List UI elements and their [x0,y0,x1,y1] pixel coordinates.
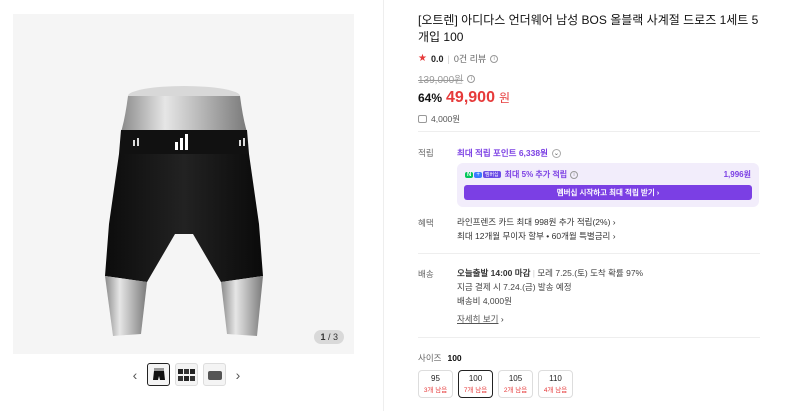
product-info: [오트렌] 아디다스 언더웨어 남성 BOS 올블랙 사계절 드로즈 1세트 5… [418,12,763,125]
rating-row: ★ 0.0 | 0건 리뷰 i [418,52,763,65]
shipping-fee: 배송비 4,000원 [457,296,512,306]
membership-start-button[interactable]: 멤버십 시작하고 최대 적립 받기 › [464,185,752,200]
size-option-95[interactable]: 95 3개 남음 [418,370,453,398]
image-page-indicator: 1 / 3 [314,330,344,344]
points-row: 4,000원 [418,113,763,125]
star-icon: ★ [418,53,427,64]
sale-price: 49,900 [446,89,495,106]
npay-membership-badge: N + 멤버십 [465,171,501,178]
product-main-image[interactable]: 1 / 3 [13,14,354,354]
chevron-down-icon[interactable]: ⌄ [551,148,561,158]
coupon-icon [418,115,427,123]
divider [418,337,760,338]
thumbnail-strip: ‹ › [128,363,245,386]
size-options: 95 3개 남음 100 7개 남음 105 2개 남음 110 4개 남음 [418,370,573,398]
perks-block: 라인프렌즈 카드 최대 998원 추가 적립(2%) › 최대 12개월 무이자… [457,215,616,243]
info-icon[interactable]: i [467,74,476,83]
review-count[interactable]: 0건 리뷰 [454,52,486,65]
product-gallery: 1 / 3 ‹ › [0,0,384,411]
membership-box: N + 멤버십 최대 5% 추가 적립 i 1,996원 멤버십 시작하고 최대 적… [457,163,759,207]
max-points-text: 최대 적립 포인트 6,338원 [457,148,548,158]
installment-benefit[interactable]: 최대 12개월 무이자 할부 • 60개월 특별금리 › [457,229,616,243]
thumbnail-2[interactable] [175,363,198,386]
rating-value: 0.0 [430,53,444,64]
divider: | [447,53,450,64]
selected-size: 100 [447,353,462,363]
perks-label: 혜택 [418,218,434,228]
original-price: 139,000원 [418,75,464,86]
divider [418,131,760,132]
max-points[interactable]: 최대 적립 포인트 6,338원 ⌄ [457,147,561,159]
benefits-label: 적립 [418,148,434,158]
membership-text: 최대 5% 추가 적립 [504,170,568,179]
discount-rate: 64% [418,91,443,105]
info-icon[interactable]: i [570,170,579,179]
divider [418,253,760,254]
price-row: 64% 49,900 원 [418,89,763,107]
info-icon[interactable]: i [490,54,499,63]
original-price-row: 139,000원 i [418,71,763,86]
mannequin-underwear-image [105,86,263,336]
shipping-block: 오늘출발 14:00 마감 | 모레 7.25.(토) 도착 확률 97% 지금… [457,268,644,326]
shipping-label: 배송 [418,269,434,279]
shipping-dispatch: 지금 결제 시 7.24.(금) 발송 예정 [457,282,572,292]
size-option-110[interactable]: 110 4개 남음 [538,370,573,398]
chevron-right-icon[interactable]: › [231,367,245,383]
shipping-arrival: 모레 7.25.(토) 도착 확률 97% [537,268,644,278]
membership-amount: 1,996원 [723,170,751,179]
size-label: 사이즈 100 [418,353,462,363]
points-value: 4,000원 [431,114,461,124]
size-option-100[interactable]: 100 7개 남음 [458,370,493,398]
thumbnail-3[interactable] [203,363,226,386]
shipping-details-link[interactable]: 자세히 보기 › [457,312,643,326]
product-title: [오트렌] 아디다스 언더웨어 남성 BOS 올블랙 사계절 드로즈 1세트 5… [418,13,759,44]
chevron-left-icon[interactable]: ‹ [128,367,142,383]
size-option-105[interactable]: 105 2개 남음 [498,370,533,398]
shipping-deadline: 오늘출발 14:00 마감 [457,268,531,278]
thumbnail-1[interactable] [147,363,170,386]
card-benefit[interactable]: 라인프렌즈 카드 최대 998원 추가 적립(2%) › [457,215,616,229]
currency: 원 [498,91,511,105]
